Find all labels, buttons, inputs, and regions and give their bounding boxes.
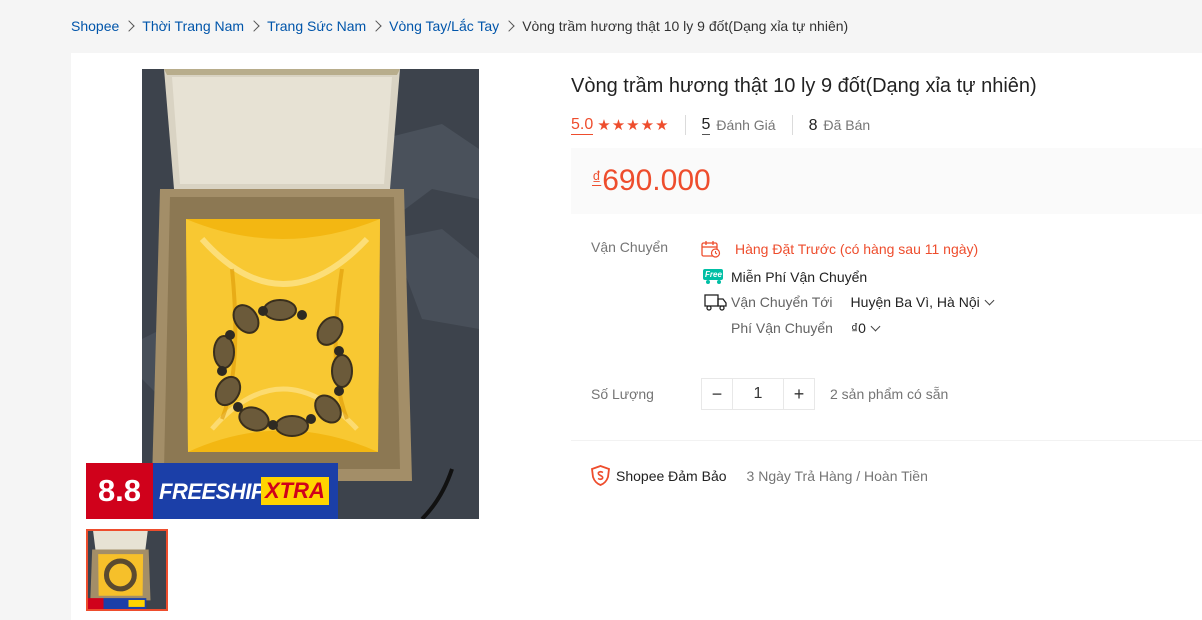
star-icon: ★ <box>611 116 626 134</box>
free-shipping-truck-icon: Free <box>703 268 727 285</box>
shield-icon <box>591 465 610 486</box>
quantity-decrement-button[interactable]: − <box>701 378 733 410</box>
chevron-right-icon <box>503 20 515 32</box>
thumbnail-photo <box>88 531 166 609</box>
breadcrumb-current: Vòng trầm hương thật 10 ly 9 đốt(Dạng xỉ… <box>522 18 849 34</box>
ship-to-dropdown[interactable]: Huyện Ba Vì, Hà Nội <box>850 294 995 310</box>
free-badge-text: Free <box>705 270 722 279</box>
preorder-row: Hàng Đặt Trước (có hàng sau 11 ngày) <box>701 240 978 258</box>
breadcrumb-vong-tay[interactable]: Vòng Tay/Lắc Tay <box>389 18 499 34</box>
price-box: ₫ 690.000 <box>571 148 1202 214</box>
product-price: ₫ 690.000 <box>592 163 711 199</box>
quantity-increment-button[interactable]: + <box>783 378 815 410</box>
quantity-label: Số Lượng <box>591 386 654 402</box>
calendar-clock-icon <box>701 241 721 258</box>
guarantee-label: Shopee Đảm Bảo <box>616 467 727 484</box>
quantity-input[interactable] <box>733 378 783 410</box>
guarantee-value: 3 Ngày Trả Hàng / Hoàn Tiền <box>746 467 928 484</box>
breadcrumb: Shopee Thời Trang Nam Trang Sức Nam Vòng… <box>71 17 848 35</box>
breadcrumb-trang-suc-nam[interactable]: Trang Sức Nam <box>267 18 366 34</box>
chevron-right-icon <box>123 20 135 32</box>
star-icon: ★ <box>626 116 640 134</box>
currency-symbol: ₫ <box>592 168 602 188</box>
sold-count-value: 8 <box>808 116 818 134</box>
freeship-xtra-banner: 8.8 FREESHIP XTRA <box>86 463 338 519</box>
shipping-fee-dropdown[interactable]: ₫0 <box>850 320 881 336</box>
ratings-count[interactable]: 5 Đánh Giá <box>686 115 793 135</box>
chevron-down-icon <box>870 321 881 331</box>
ship-to-value: Huyện Ba Vì, Hà Nội <box>850 294 980 310</box>
rating-value: 5.0 <box>571 116 594 135</box>
rating-summary[interactable]: 5.0 ★ ★ ★ ★ ★ <box>571 115 686 135</box>
sold-count: 8 Đã Bán <box>793 116 887 135</box>
shopee-guarantee[interactable]: Shopee Đảm Bảo 3 Ngày Trả Hàng / Hoàn Ti… <box>591 465 928 486</box>
shipping-fee-row: Phí Vận Chuyển ₫0 <box>731 320 881 336</box>
star-icon: ★ <box>640 116 655 134</box>
divider <box>571 440 1202 441</box>
ship-to-label: Vận Chuyển Tới <box>731 294 833 310</box>
ship-to-row: Vận Chuyển Tới Huyện Ba Vì, Hà Nội <box>704 293 995 311</box>
free-shipping-text: Miễn Phí Vận Chuyển <box>731 268 868 285</box>
chevron-down-icon <box>984 295 995 305</box>
shipping-fee-label: Phí Vận Chuyển <box>731 320 833 336</box>
price-value: 690.000 <box>602 164 711 197</box>
product-title: Vòng trầm hương thật 10 ly 9 đốt(Dạng xỉ… <box>571 75 1037 97</box>
quantity-stepper: − + <box>701 378 815 410</box>
star-icon: ★ <box>597 116 611 134</box>
free-shipping-row: Free Miễn Phí Vận Chuyển <box>703 268 867 285</box>
ratings-count-label: Đánh Giá <box>716 117 776 133</box>
sold-count-label: Đã Bán <box>823 117 871 133</box>
shipping-fee-value: ₫0 <box>850 320 866 336</box>
banner-xtra-text: XTRA <box>261 477 329 505</box>
ratings-count-value: 5 <box>701 116 711 135</box>
banner-8-8-text: 8.8 <box>97 473 142 508</box>
chevron-right-icon <box>248 20 260 32</box>
product-stats: 5.0 ★ ★ ★ ★ ★ 5 Đánh Giá 8 Đã Bán <box>571 113 886 137</box>
rating-stars: ★ ★ ★ ★ ★ <box>597 118 668 133</box>
star-icon: ★ <box>655 116 669 134</box>
product-thumbnail[interactable] <box>86 529 168 611</box>
shipping-label: Vận Chuyển <box>591 239 669 255</box>
delivery-truck-icon <box>704 294 727 311</box>
breadcrumb-thoi-trang-nam[interactable]: Thời Trang Nam <box>142 18 244 34</box>
product-photo <box>142 69 479 519</box>
banner-freeship-text: FREESHIP <box>159 479 266 504</box>
product-main-image[interactable] <box>142 69 479 519</box>
preorder-text: Hàng Đặt Trước (có hàng sau 11 ngày) <box>735 241 979 257</box>
stock-available: 2 sản phẩm có sẵn <box>830 386 949 402</box>
chevron-right-icon <box>370 20 382 32</box>
breadcrumb-shopee[interactable]: Shopee <box>71 18 119 34</box>
